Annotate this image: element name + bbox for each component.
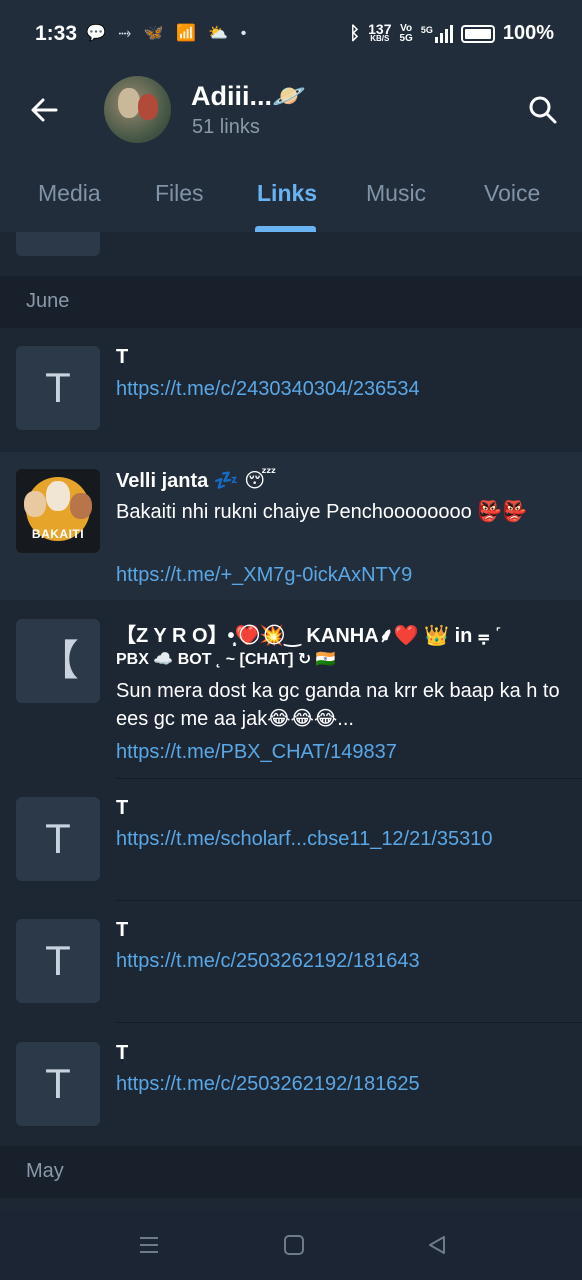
- menu-icon[interactable]: [138, 1234, 160, 1256]
- link-description: Sun mera dost ka gc ganda na krr ek baap…: [116, 680, 560, 730]
- chat-header: Adiii...🪐 51 links Media Files Links Mus…: [0, 68, 582, 232]
- link-title: T: [116, 797, 129, 819]
- media-tabs: Media Files Links Music Voice: [0, 164, 582, 232]
- status-time: 1:33: [35, 22, 78, 45]
- link-thumbnail: T: [16, 1042, 100, 1126]
- link-title: T: [116, 346, 129, 368]
- battery-percent: 100%: [502, 22, 554, 44]
- link-url[interactable]: https://t.me/PBX_CHAT/149837: [116, 741, 397, 764]
- link-url[interactable]: https://t.me/c/2430340304/236534: [116, 378, 420, 401]
- link-thumbnail: BAKAITI: [16, 469, 100, 553]
- list-item[interactable]: T T https://t.me/c/2430340304/236534: [0, 328, 582, 451]
- section-header: June: [0, 276, 582, 328]
- link-description: Bakaiti nhi rukni chaiye Penchoooooooo 👺…: [116, 501, 528, 523]
- tab-voice[interactable]: Voice: [484, 180, 540, 207]
- list-item[interactable]: T T https://t.me/c/2503262192/181625: [0, 1023, 582, 1146]
- status-bar: 1:33 💬 ⤑ 🦋 📶 ⛅ • ᛒ 137 KB/S Vo 5G 5G 100…: [0, 0, 582, 68]
- signal-icon: 5G: [421, 24, 453, 43]
- link-title: 【Z Y R O】•̩̩͙❤️⃝💥⃝‿ KANHA⸙❤️ 👑 in ⩦ ˹: [116, 625, 502, 647]
- list-item[interactable]: T T https://t.me/c/2503262192/181643: [0, 901, 582, 1023]
- net-speed: 137 KB/S: [368, 20, 392, 43]
- section-label: June: [26, 290, 70, 312]
- link-thumbnail: T: [16, 919, 100, 1003]
- link-title: T: [116, 919, 129, 941]
- links-count: 51 links: [192, 116, 260, 138]
- tab-music[interactable]: Music: [366, 180, 426, 207]
- list-item[interactable]: BAKAITI Velli janta 💤 😴 Bakaiti nhi rukn…: [0, 452, 582, 600]
- volte-icon: Vo 5G: [399, 22, 413, 44]
- bluetooth-icon: ᛒ: [349, 23, 361, 43]
- link-title-line2: PBX ☁️ BOT ˛ ~ [CHAT] ↻ 🇮🇳: [116, 651, 336, 668]
- back-triangle-icon[interactable]: [426, 1234, 448, 1256]
- search-icon[interactable]: [527, 94, 559, 126]
- home-icon[interactable]: [283, 1234, 305, 1256]
- link-thumbnail: T: [16, 797, 100, 881]
- link-thumbnail: [16, 232, 100, 256]
- tab-media[interactable]: Media: [38, 180, 101, 207]
- link-url[interactable]: https://t.me/c/2503262192/181625: [116, 1073, 420, 1096]
- status-right-icons: ᛒ 137 KB/S Vo 5G 5G 100%: [349, 22, 554, 45]
- link-thumbnail: 【: [16, 619, 100, 703]
- notification-icons: 💬 ⤑ 🦋 📶 ⛅ •: [86, 25, 251, 42]
- battery-icon: [460, 24, 495, 43]
- link-title: Velli janta 💤 😴: [116, 470, 277, 492]
- system-nav-bar: [0, 1212, 582, 1280]
- tab-links[interactable]: Links: [257, 180, 317, 207]
- back-arrow-icon[interactable]: [28, 94, 60, 126]
- links-list: June T T https://t.me/c/2430340304/23653…: [0, 232, 582, 1212]
- section-label: May: [26, 1160, 64, 1182]
- tab-files[interactable]: Files: [155, 180, 204, 207]
- link-url[interactable]: https://t.me/scholarf...cbse11_12/21/353…: [116, 828, 493, 851]
- list-item[interactable]: 【 【Z Y R O】•̩̩͙❤️⃝💥⃝‿ KANHA⸙❤️ 👑 in ⩦ ˹ …: [0, 601, 582, 779]
- chat-title[interactable]: Adiii...🪐: [191, 80, 306, 112]
- link-url[interactable]: https://t.me/c/2503262192/181643: [116, 950, 420, 973]
- list-item[interactable]: [0, 1198, 582, 1212]
- link-url[interactable]: https://t.me/+_XM7g-0ickAxNTY9: [116, 564, 412, 587]
- link-thumbnail: T: [16, 346, 100, 430]
- thumbnail-caption: BAKAITI: [31, 527, 85, 541]
- section-header: May: [0, 1146, 582, 1198]
- link-title: T: [116, 1042, 129, 1064]
- chat-avatar[interactable]: [104, 76, 171, 143]
- list-item[interactable]: [0, 232, 582, 276]
- list-item[interactable]: T T https://t.me/scholarf...cbse11_12/21…: [0, 779, 582, 901]
